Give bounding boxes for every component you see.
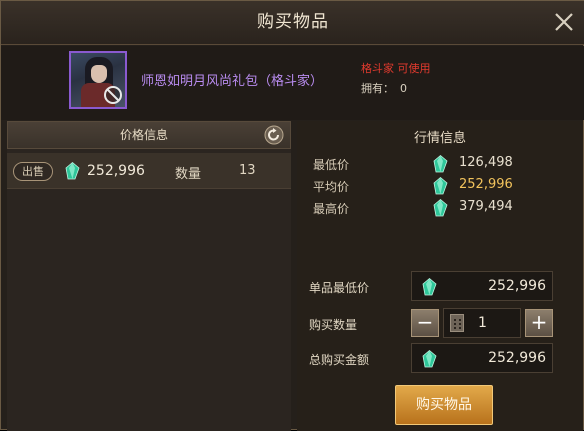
stat-row-avg: 平均价 252,996	[297, 175, 583, 197]
refresh-icon	[264, 125, 284, 145]
gem-icon	[433, 199, 448, 217]
title-bar: 购买物品	[1, 1, 584, 45]
market-title: 行情信息	[413, 131, 466, 146]
item-summary: 师恩如明月风尚礼包（格斗家） 格斗家 可使用 拥有： 0	[1, 46, 584, 120]
no-entry-icon	[104, 86, 122, 104]
increase-quantity-button[interactable]: +	[525, 309, 553, 337]
listing-qty-label: 数量	[175, 167, 202, 182]
owned-count: 拥有： 0	[361, 80, 407, 96]
price-info-panel: 价格信息 出售 252,996 数量 13	[7, 121, 291, 431]
price-info-header: 价格信息	[7, 121, 291, 149]
class-requirement: 格斗家 可使用	[361, 62, 431, 75]
item-name: 师恩如明月风尚礼包（格斗家）	[141, 74, 324, 89]
owned-value: 0	[400, 82, 407, 95]
purchase-dialog: 购买物品 师恩如明月风尚礼包（格斗家） 格斗家 可使用 拥有： 0 价格信息 出…	[0, 0, 584, 431]
owned-label: 拥有：	[361, 82, 394, 95]
unit-price-label: 单品最低价	[309, 281, 370, 295]
refresh-button[interactable]	[264, 125, 284, 145]
stat-max-value: 379,494	[459, 199, 513, 214]
total-box: 252,996	[411, 343, 553, 373]
quantity-label: 购买数量	[309, 318, 358, 332]
unit-price-box: 252,996	[411, 271, 553, 301]
total-value: 252,996	[488, 350, 546, 366]
listing-qty: 13	[239, 163, 256, 178]
gem-icon	[65, 162, 80, 180]
dialog-title: 购买物品	[257, 12, 329, 32]
listing-price: 252,996	[87, 163, 145, 179]
sale-badge: 出售	[13, 162, 53, 181]
stat-max-label: 最高价	[313, 202, 350, 216]
stat-row-min: 最低价 126,498	[297, 153, 583, 175]
stat-avg-label: 平均价	[313, 180, 350, 194]
buy-button[interactable]: 购买物品	[395, 385, 493, 425]
gem-icon	[422, 350, 437, 368]
close-button[interactable]	[551, 9, 577, 35]
stat-min-label: 最低价	[313, 158, 350, 172]
price-info-title: 价格信息	[119, 128, 168, 142]
gem-icon	[433, 177, 448, 195]
gem-icon	[422, 278, 437, 296]
stat-avg-value: 252,996	[459, 177, 513, 192]
gem-icon	[433, 155, 448, 173]
stat-row-max: 最高价 379,494	[297, 197, 583, 219]
quantity-input[interactable]: 1	[443, 308, 521, 338]
listing-row[interactable]: 出售 252,996 数量 13	[7, 153, 291, 189]
decrease-quantity-button[interactable]: −	[411, 309, 439, 337]
quantity-value: 1	[478, 315, 487, 331]
market-panel: 行情信息 最低价 126,498 平均价 252,996 最高价 379,494	[297, 121, 583, 431]
total-label: 总购买金额	[309, 353, 370, 367]
unit-price-value: 252,996	[488, 278, 546, 294]
close-icon	[555, 13, 573, 31]
calculator-icon[interactable]	[450, 314, 464, 332]
stat-min-value: 126,498	[459, 155, 513, 170]
item-icon[interactable]	[69, 51, 127, 109]
